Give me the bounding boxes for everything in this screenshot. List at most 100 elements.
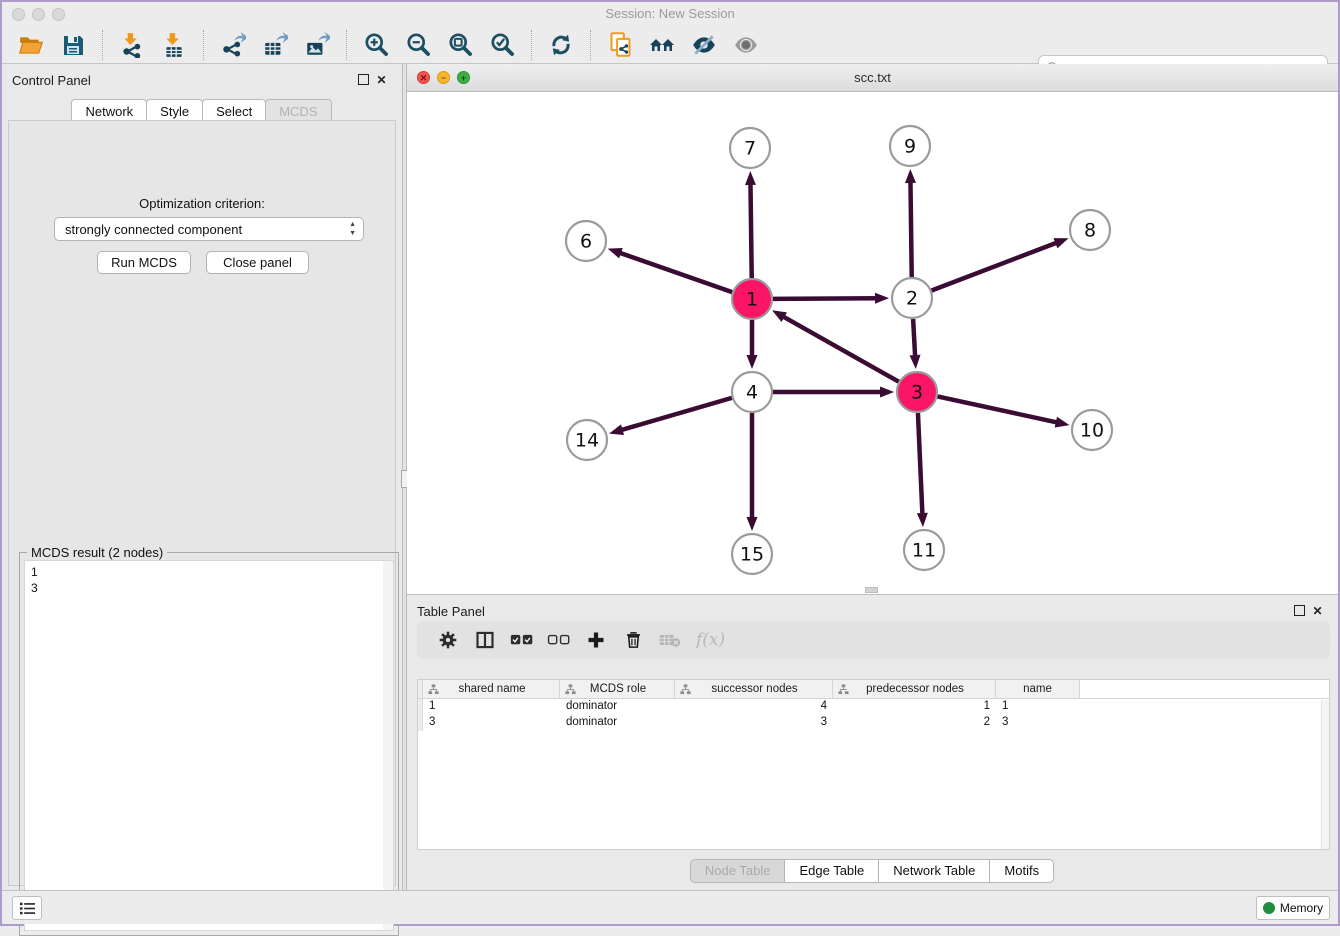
canvas-scroll-grip[interactable] xyxy=(865,587,878,593)
graph-edge-3-1[interactable] xyxy=(782,316,899,382)
cell-predecessor-nodes[interactable]: 1 xyxy=(833,699,996,715)
control-panel-title: Control Panel xyxy=(12,73,91,88)
select-all-icon[interactable] xyxy=(507,625,537,655)
function-builder-icon[interactable]: f(x) xyxy=(696,630,725,650)
home-layout-icon[interactable] xyxy=(647,30,677,60)
graph-node-2[interactable]: 2 xyxy=(892,278,932,318)
float-table-panel-icon[interactable] xyxy=(1294,605,1305,616)
float-panel-icon[interactable] xyxy=(358,74,369,85)
status-bar: Memory xyxy=(2,890,1338,924)
edge-arrowhead-icon xyxy=(875,293,889,304)
import-network-icon[interactable] xyxy=(117,30,147,60)
network-canvas[interactable]: 7 9 6 8 1 2 4 3 14 10 15 11 xyxy=(407,92,1338,594)
column-layout-icon[interactable] xyxy=(470,625,500,655)
show-all-icon[interactable] xyxy=(731,30,761,60)
cell-shared-name[interactable]: 1 xyxy=(423,699,560,715)
memory-status-icon xyxy=(1263,902,1275,914)
svg-text:14: 14 xyxy=(575,430,599,452)
export-network-icon[interactable] xyxy=(218,30,248,60)
hide-selected-icon[interactable] xyxy=(689,30,719,60)
graph-node-7[interactable]: 7 xyxy=(730,128,770,168)
graph-node-6[interactable]: 6 xyxy=(566,221,606,261)
svg-text:2: 2 xyxy=(906,288,918,310)
svg-text:11: 11 xyxy=(912,540,936,562)
graph-edge-3-11[interactable] xyxy=(918,413,923,516)
refresh-icon[interactable] xyxy=(546,30,576,60)
close-table-panel-icon[interactable]: ✕ xyxy=(1311,605,1324,618)
main-toolbar xyxy=(2,26,1338,64)
graph-edge-1-7[interactable] xyxy=(750,182,751,278)
tab-motifs[interactable]: Motifs xyxy=(989,859,1054,883)
cell-successor-nodes[interactable]: 3 xyxy=(675,715,833,731)
memory-button[interactable]: Memory xyxy=(1256,896,1330,920)
graph-node-15[interactable]: 15 xyxy=(732,534,772,574)
graph-node-4[interactable]: 4 xyxy=(732,372,772,412)
close-panel-button[interactable]: Close panel xyxy=(206,251,309,274)
table-header-row: shared name MCDS role successor nodes pr… xyxy=(418,680,1329,699)
graph-node-11[interactable]: 11 xyxy=(904,530,944,570)
svg-text:3: 3 xyxy=(911,382,923,404)
edge-arrowhead-icon xyxy=(747,517,758,531)
gear-icon[interactable] xyxy=(433,625,463,655)
column-header-name[interactable]: name xyxy=(996,680,1080,698)
mcds-result-text[interactable]: 1 3 xyxy=(24,560,394,931)
graph-node-3[interactable]: 3 xyxy=(897,372,937,412)
tab-edge-table[interactable]: Edge Table xyxy=(784,859,879,883)
graph-node-9[interactable]: 9 xyxy=(890,126,930,166)
graph-edge-2-9[interactable] xyxy=(910,180,911,277)
export-table-icon[interactable] xyxy=(260,30,290,60)
export-image-icon[interactable] xyxy=(302,30,332,60)
graph-edge-1-6[interactable] xyxy=(618,252,732,292)
graph-node-10[interactable]: 10 xyxy=(1072,410,1112,450)
edge-arrowhead-icon xyxy=(905,169,916,183)
open-file-icon[interactable] xyxy=(16,30,46,60)
close-panel-icon[interactable]: ✕ xyxy=(375,74,388,87)
tab-node-table[interactable]: Node Table xyxy=(690,859,786,883)
cell-mcds-role[interactable]: dominator xyxy=(560,699,675,715)
cell-shared-name[interactable]: 3 xyxy=(423,715,560,731)
cell-name[interactable]: 3 xyxy=(996,715,1080,731)
column-header-mcds-role[interactable]: MCDS role xyxy=(560,680,675,698)
add-column-icon[interactable] xyxy=(581,625,611,655)
zoom-fit-icon[interactable] xyxy=(445,30,475,60)
graph-node-1[interactable]: 1 xyxy=(732,279,772,319)
column-header-predecessor-nodes[interactable]: predecessor nodes xyxy=(833,680,996,698)
cell-name[interactable]: 1 xyxy=(996,699,1080,715)
save-session-icon[interactable] xyxy=(58,30,88,60)
network-view-title: scc.txt xyxy=(407,70,1338,85)
node-table[interactable]: shared name MCDS role successor nodes pr… xyxy=(417,679,1330,850)
network-window-titlebar[interactable]: ✕ − + scc.txt xyxy=(407,64,1338,92)
column-header-successor-nodes[interactable]: successor nodes xyxy=(675,680,833,698)
network-file-icon[interactable] xyxy=(605,30,635,60)
graph-edge-4-14[interactable] xyxy=(620,398,732,431)
result-scrollbar[interactable] xyxy=(383,561,393,930)
criterion-select[interactable]: strongly connected component ▲▼ xyxy=(54,217,364,241)
cell-successor-nodes[interactable]: 4 xyxy=(675,699,833,715)
import-table-icon[interactable] xyxy=(159,30,189,60)
deselect-all-icon[interactable] xyxy=(544,625,574,655)
graph-edge-2-8[interactable] xyxy=(932,242,1059,290)
task-history-button[interactable] xyxy=(12,896,42,920)
cell-mcds-role[interactable]: dominator xyxy=(560,715,675,731)
graph-node-14[interactable]: 14 xyxy=(567,420,607,460)
graph-edge-3-10[interactable] xyxy=(938,396,1059,422)
run-mcds-button[interactable]: Run MCDS xyxy=(97,251,191,274)
delete-column-icon[interactable] xyxy=(618,625,648,655)
zoom-selected-icon[interactable] xyxy=(487,30,517,60)
graph-edge-2-3[interactable] xyxy=(913,319,915,358)
cell-predecessor-nodes[interactable]: 2 xyxy=(833,715,996,731)
graph-node-8[interactable]: 8 xyxy=(1070,210,1110,250)
chevron-updown-icon: ▲▼ xyxy=(349,220,356,238)
table-scrollbar[interactable] xyxy=(1321,700,1329,849)
table-row[interactable]: 1 dominator 4 1 1 xyxy=(418,699,1329,715)
column-header-shared-name[interactable]: shared name xyxy=(423,680,560,698)
table-row[interactable]: 3 dominator 3 2 3 xyxy=(418,715,1329,731)
zoom-in-icon[interactable] xyxy=(361,30,391,60)
svg-text:1: 1 xyxy=(746,289,758,311)
graph-edge-1-2[interactable] xyxy=(773,298,878,299)
tab-network-table[interactable]: Network Table xyxy=(878,859,990,883)
svg-text:8: 8 xyxy=(1084,220,1096,242)
delete-table-icon[interactable] xyxy=(655,625,685,655)
toolbar-separator xyxy=(203,30,204,60)
zoom-out-icon[interactable] xyxy=(403,30,433,60)
